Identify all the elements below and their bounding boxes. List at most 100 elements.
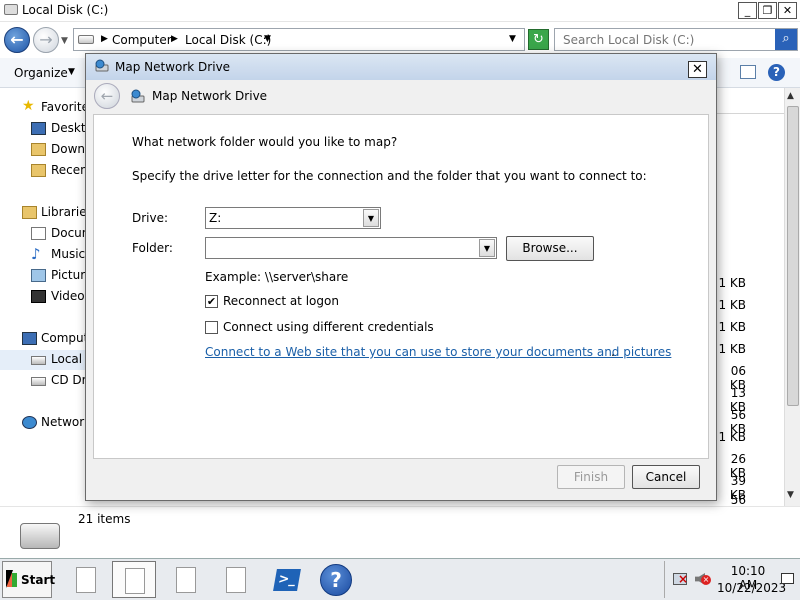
star-icon: ★ [22, 98, 35, 114]
cancel-button[interactable]: Cancel [632, 465, 700, 489]
breadcrumb-local-disk[interactable]: Local Disk (C:) [185, 33, 271, 47]
breadcrumb-separator-icon[interactable]: ▶ [101, 34, 108, 44]
sidebar-item-label: Music [51, 247, 86, 261]
instructions-text: Specify the drive letter for the connect… [132, 169, 647, 183]
file-size: 1 KB [718, 276, 746, 290]
scroll-down-icon[interactable]: ▼ [787, 490, 794, 500]
sidebar-item-libraries[interactable]: Libraries [0, 203, 88, 223]
scroll-thumb[interactable] [787, 106, 799, 406]
show-desktop-icon[interactable] [781, 573, 794, 584]
folder-input[interactable] [208, 240, 476, 256]
breadcrumb-separator-icon[interactable]: ▼ [264, 34, 271, 44]
sidebar-item-music[interactable]: ♪ Music [0, 245, 88, 265]
dialog-titlebar: Map Network Drive ✕ [86, 54, 716, 80]
drive-label: Drive: [132, 211, 169, 225]
drive-icon [31, 356, 46, 365]
item-count: 21 items [78, 512, 131, 526]
question-text: What network folder would you like to ma… [132, 135, 398, 149]
taskbar-app-powershell[interactable]: >_ [264, 561, 308, 598]
sidebar-item-label: CD Drive [51, 373, 88, 387]
help-icon[interactable]: ? [768, 64, 785, 81]
mouse-pointer-icon [6, 570, 20, 588]
sidebar-item-label: Documents [51, 226, 88, 240]
sidebar-item-label: Local Disk (C:) [51, 352, 88, 366]
document-icon [176, 567, 196, 593]
drive-select[interactable]: Z: ▼ [205, 207, 381, 229]
recent-pages-dropdown-icon[interactable]: ▼ [61, 36, 68, 46]
sidebar-item-network[interactable]: Network [0, 413, 88, 433]
back-button[interactable]: ← [4, 27, 30, 53]
taskbar: Start >_ ? × 10:10 AM 10/22/2023 [0, 558, 800, 600]
sidebar-item-downloads[interactable]: Downloads [0, 140, 88, 160]
reconnect-checkbox[interactable]: ✔ [205, 295, 218, 308]
different-credentials-checkbox[interactable] [205, 321, 218, 334]
file-size: 1 KB [718, 430, 746, 444]
address-dropdown-icon[interactable]: ▼ [509, 34, 516, 44]
refresh-button[interactable]: ↻ [528, 29, 549, 50]
web-site-link[interactable]: Connect to a Web site that you can use t… [205, 345, 671, 359]
folder-icon [4, 4, 18, 15]
sidebar-item-documents[interactable]: Documents [0, 224, 88, 244]
libraries-icon [22, 206, 37, 219]
different-credentials-label[interactable]: Connect using different credentials [223, 320, 434, 334]
file-size: 1 KB [718, 320, 746, 334]
taskbar-app-document[interactable] [64, 561, 108, 598]
sidebar-item-videos[interactable]: Videos [0, 287, 88, 307]
cd-drive-icon [31, 377, 46, 386]
folder-label: Folder: [132, 241, 173, 255]
document-icon [125, 568, 145, 594]
clock-date[interactable]: 10/22/2023 [717, 581, 786, 595]
sidebar-item-label: Videos [51, 289, 88, 303]
sidebar-item-label: Pictures [51, 268, 88, 282]
file-size: 56 KB [729, 408, 746, 436]
dialog-close-button[interactable]: ✕ [688, 61, 707, 78]
taskbar-app-help[interactable]: ? [314, 561, 358, 598]
breadcrumb-separator-icon[interactable]: ▶ [171, 34, 178, 44]
reconnect-label[interactable]: Reconnect at logon [223, 294, 339, 308]
size-column-header[interactable] [715, 90, 785, 114]
preview-pane-icon[interactable] [740, 65, 756, 79]
sidebar-item-pictures[interactable]: Pictures [0, 266, 88, 286]
start-label: Start [21, 573, 56, 587]
folder-combobox[interactable]: ▼ [205, 237, 497, 259]
vertical-scrollbar[interactable]: ▲ ▼ [784, 88, 800, 506]
sidebar-item-local-disk[interactable]: Local Disk (C:) [0, 350, 88, 370]
minimize-button[interactable]: _ [738, 2, 757, 19]
sidebar-item-label: Downloads [51, 142, 88, 156]
sidebar-item-cd-drive[interactable]: CD Drive [0, 371, 88, 391]
dialog-heading: Map Network Drive [152, 89, 268, 103]
drive-icon [78, 35, 94, 44]
sidebar-item-label: Recent Places [51, 163, 88, 177]
powershell-icon: >_ [273, 569, 301, 591]
organize-dropdown-icon[interactable]: ▼ [68, 67, 75, 77]
taskbar-app-explorer[interactable] [112, 561, 156, 598]
sidebar-item-favorites[interactable]: ★ Favorites [0, 98, 88, 118]
finish-button[interactable]: Finish [557, 465, 625, 489]
recent-places-icon [31, 164, 46, 177]
map-network-drive-dialog: Map Network Drive ✕ ← Map Network Drive … [85, 53, 717, 501]
file-size: 06 KB [729, 364, 746, 392]
search-box[interactable]: ⌕ [554, 28, 798, 51]
sidebar-item-desktop[interactable]: Desktop [0, 119, 88, 139]
dialog-back-button[interactable]: ← [94, 83, 120, 109]
sidebar-item-computer[interactable]: Computer [0, 329, 88, 349]
address-box[interactable]: ▶ Computer ▶ Local Disk (C:) ▼ ▼ [73, 28, 525, 51]
organize-menu[interactable]: Organize [14, 66, 68, 80]
browse-button[interactable]: Browse... [506, 236, 594, 261]
maximize-button[interactable]: ❐ [758, 2, 777, 19]
file-size: 26 KB [729, 452, 746, 480]
search-input[interactable] [561, 32, 771, 48]
explorer-titlebar: Local Disk (C:) _ ❐ ✕ [0, 0, 800, 22]
chevron-down-icon[interactable]: ▼ [363, 209, 379, 227]
close-button[interactable]: ✕ [778, 2, 797, 19]
scroll-up-icon[interactable]: ▲ [787, 91, 794, 101]
search-icon[interactable]: ⌕ [775, 29, 797, 50]
network-disconnected-icon[interactable] [673, 572, 688, 586]
sidebar-item-recent-places[interactable]: Recent Places [0, 161, 88, 181]
forward-button[interactable]: → [33, 27, 59, 53]
chevron-down-icon[interactable]: ▼ [479, 239, 495, 257]
document-icon [76, 567, 96, 593]
taskbar-app-document[interactable] [214, 561, 258, 598]
taskbar-app-document[interactable] [164, 561, 208, 598]
breadcrumb-computer[interactable]: Computer [112, 33, 172, 47]
